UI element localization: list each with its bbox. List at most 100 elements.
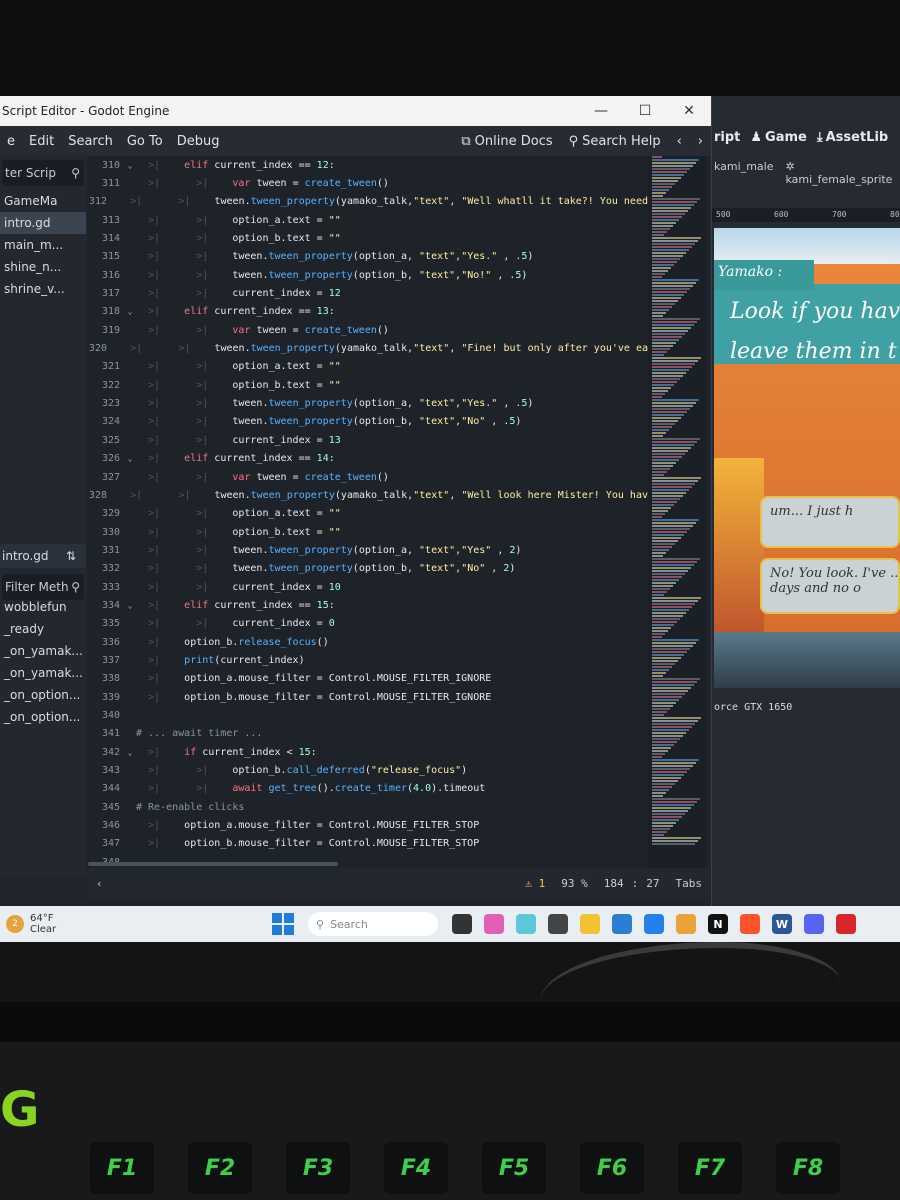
app-icon[interactable] [836, 914, 856, 934]
game-viewport[interactable]: Look if you have leave them in t Yamako … [714, 228, 900, 688]
taskbar-search[interactable]: ⚲ Search [308, 912, 438, 936]
code-line[interactable]: 333 >| >| current_index = 10 [88, 578, 648, 596]
code-line[interactable]: 310 ⌄ >| elif current_index == 12: [88, 156, 648, 174]
code-editor[interactable]: 310 ⌄ >| elif current_index == 12: 311 >| … [88, 156, 648, 868]
tab-game[interactable]: ♟ Game [750, 130, 806, 145]
method-list-item[interactable]: _ready [0, 618, 86, 640]
code-line[interactable]: 340 [88, 706, 648, 724]
close-button[interactable]: ✕ [667, 103, 711, 119]
code-line[interactable]: 321 >| >| option_a.text = "" [88, 358, 648, 376]
filter-scripts-input[interactable]: ter Scrip ⚲ [2, 160, 84, 186]
logitech-logo-icon: G [0, 1082, 40, 1138]
code-line[interactable]: 327 >| >| var tween = create_tween() [88, 468, 648, 486]
script-list-item[interactable]: shine_n... [0, 256, 86, 278]
script-list-item[interactable]: shrine_v... [0, 278, 86, 300]
menu-search[interactable]: Search [61, 134, 120, 149]
scene-tab-kami-male[interactable]: kami_male [714, 160, 773, 186]
code-line[interactable]: 318 ⌄ >| elif current_index == 13: [88, 303, 648, 321]
script-list-item[interactable]: main_m... [0, 234, 86, 256]
scroll-left-icon[interactable]: ‹ [88, 877, 111, 890]
app-icon[interactable] [516, 914, 536, 934]
search-help-button[interactable]: ⚲ Search Help [561, 134, 669, 149]
code-line[interactable]: 313 >| >| option_a.text = "" [88, 211, 648, 229]
option-b-button[interactable]: No! You look. I've ... days and no o [760, 558, 900, 614]
code-line[interactable]: 342 ⌄ >| if current_index < 15: [88, 743, 648, 761]
word-icon[interactable]: W [772, 914, 792, 934]
folder-icon[interactable] [580, 914, 600, 934]
method-list-item[interactable]: _on_option... [0, 706, 86, 728]
copilot-icon[interactable] [484, 914, 504, 934]
code-line[interactable]: 316 >| >| tween.tween_property(option_b,… [88, 266, 648, 284]
scene-tab-kami-female[interactable]: ✲ kami_female_sprite [785, 160, 898, 186]
online-docs-button[interactable]: ⧉ Online Docs [453, 134, 560, 149]
code-line[interactable]: 346 >| option_a.mouse_filter = Control.M… [88, 816, 648, 834]
script-list-item[interactable]: intro.gd [0, 212, 86, 234]
code-line[interactable]: 325 >| >| current_index = 13 [88, 431, 648, 449]
code-line[interactable]: 332 >| >| tween.tween_property(option_b,… [88, 560, 648, 578]
code-line[interactable]: 328 >| >| tween.tween_property(yamako_ta… [88, 486, 648, 504]
code-line[interactable]: 311 >| >| var tween = create_tween() [88, 174, 648, 192]
script-list-item[interactable]: GameMa [0, 190, 86, 212]
indent-mode[interactable]: Tabs [668, 877, 711, 890]
app-icon[interactable] [612, 914, 632, 934]
menu-file[interactable]: e [0, 134, 22, 149]
code-line[interactable]: 329 >| >| option_a.text = "" [88, 505, 648, 523]
scrollbar-thumb[interactable] [88, 862, 338, 866]
code-line[interactable]: 335 >| >| current_index = 0 [88, 615, 648, 633]
code-line[interactable]: 320 >| >| tween.tween_property(yamako_ta… [88, 339, 648, 357]
code-line[interactable]: 315 >| >| tween.tween_property(option_a,… [88, 248, 648, 266]
code-line[interactable]: 339 >| option_b.mouse_filter = Control.M… [88, 688, 648, 706]
history-back-button[interactable]: ‹ [669, 134, 690, 149]
code-line[interactable]: 312 >| >| tween.tween_property(yamako_ta… [88, 193, 648, 211]
tab-script[interactable]: ript [714, 130, 740, 145]
code-minimap[interactable] [648, 156, 706, 868]
code-line[interactable]: 314 >| >| option_b.text = "" [88, 229, 648, 247]
notion-icon[interactable]: N [708, 914, 728, 934]
brave-icon[interactable] [740, 914, 760, 934]
method-list-item[interactable]: wobblefun [0, 596, 86, 618]
fold-arrow-icon[interactable]: ⌄ [124, 454, 136, 463]
code-line[interactable]: 343 >| >| option_b.call_deferred("releas… [88, 761, 648, 779]
code-line[interactable]: 344 >| >| await get_tree().create_timer(… [88, 780, 648, 798]
tab-assetlib[interactable]: ⤓ AssetLib [817, 130, 888, 145]
code-line[interactable]: 345 # Re-enable clicks [88, 798, 648, 816]
code-line[interactable]: 322 >| >| option_b.text = "" [88, 376, 648, 394]
code-line[interactable]: 336 >| option_b.release_focus() [88, 633, 648, 651]
code-line[interactable]: 337 >| print(current_index) [88, 651, 648, 669]
menu-debug[interactable]: Debug [170, 134, 227, 149]
start-button[interactable] [272, 913, 294, 935]
method-list-item[interactable]: _on_yamak... [0, 662, 86, 684]
maximize-button[interactable]: ☐ [623, 103, 667, 119]
fold-arrow-icon[interactable]: ⌄ [124, 601, 136, 610]
menu-edit[interactable]: Edit [22, 134, 61, 149]
weather-widget[interactable]: 2 64°F Clear [0, 913, 230, 935]
code-line[interactable]: 326 ⌄ >| elif current_index == 14: [88, 450, 648, 468]
code-line[interactable]: 338 >| option_a.mouse_filter = Control.M… [88, 670, 648, 688]
fold-arrow-icon[interactable]: ⌄ [124, 161, 136, 170]
method-list-item[interactable]: _on_yamak... [0, 640, 86, 662]
app-icon[interactable] [452, 914, 472, 934]
option-a-button[interactable]: um... I just h [760, 496, 900, 548]
code-line[interactable]: 317 >| >| current_index = 12 [88, 284, 648, 302]
code-line[interactable]: 341 # ... await timer ... [88, 725, 648, 743]
code-line[interactable]: 331 >| >| tween.tween_property(option_a,… [88, 541, 648, 559]
code-line[interactable]: 334 ⌄ >| elif current_index == 15: [88, 596, 648, 614]
warning-indicator[interactable]: ⚠ 1 [517, 877, 553, 890]
zoom-level[interactable]: 93 % [553, 877, 596, 890]
code-line[interactable]: 324 >| >| tween.tween_property(option_b,… [88, 413, 648, 431]
code-line[interactable]: 330 >| >| option_b.text = "" [88, 523, 648, 541]
code-line[interactable]: 347 >| option_b.mouse_filter = Control.M… [88, 835, 648, 853]
fold-arrow-icon[interactable]: ⌄ [124, 748, 136, 757]
code-line[interactable]: 323 >| >| tween.tween_property(option_a,… [88, 394, 648, 412]
history-forward-button[interactable]: › [690, 134, 711, 149]
task-view-icon[interactable] [548, 914, 568, 934]
menu-goto[interactable]: Go To [120, 134, 170, 149]
app-icon[interactable] [676, 914, 696, 934]
sort-icon[interactable]: ⇅ [66, 549, 76, 563]
fold-arrow-icon[interactable]: ⌄ [124, 307, 136, 316]
code-line[interactable]: 319 >| >| var tween = create_tween() [88, 321, 648, 339]
minimize-button[interactable]: — [579, 103, 623, 119]
discord-icon[interactable] [804, 914, 824, 934]
app-icon[interactable] [644, 914, 664, 934]
method-list-item[interactable]: _on_option... [0, 684, 86, 706]
